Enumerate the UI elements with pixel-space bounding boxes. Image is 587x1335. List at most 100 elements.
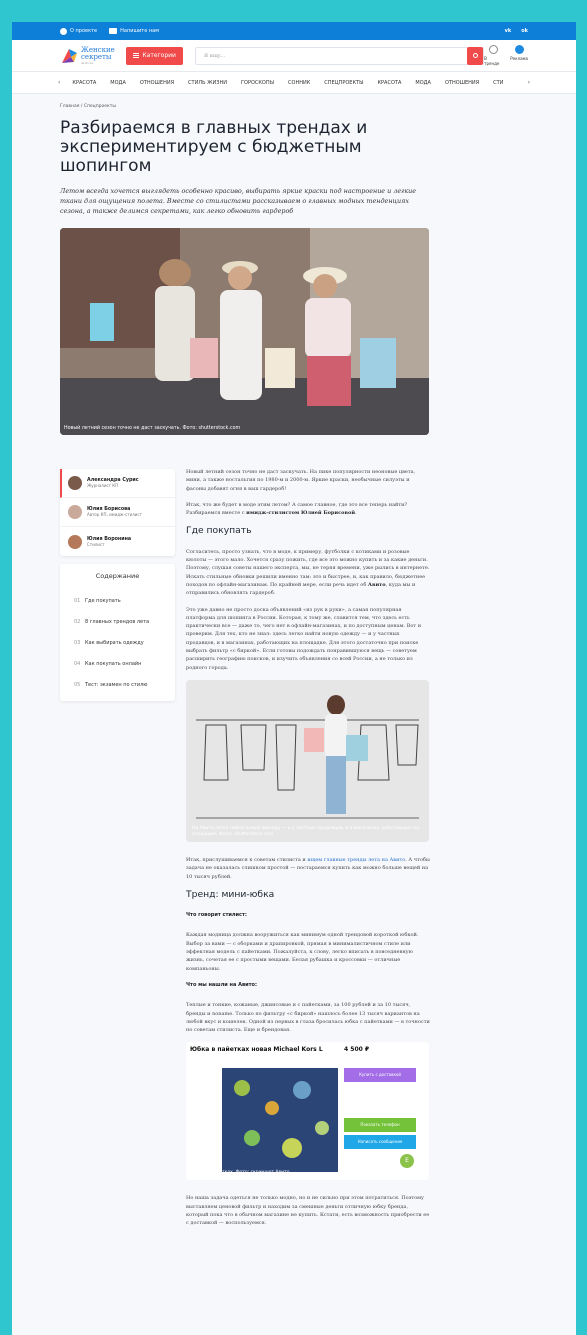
paragraph: Теплые и тонкие, кожаные, джинсовые и с … [186, 1002, 430, 1034]
buy-with-delivery-button[interactable]: Купить с доставкой [344, 1068, 416, 1083]
listing-title: Юбка в пайетках новая Michael Kors L [190, 1046, 323, 1054]
toc-label: Как выбирать одежду [85, 639, 144, 646]
nav-item[interactable]: СТИ [493, 80, 503, 86]
toc-num: 05 [74, 681, 81, 688]
show-phone-button[interactable]: Показать телефон [344, 1118, 416, 1133]
search-input[interactable]: Я ищу... [194, 46, 485, 65]
hero-photo [60, 228, 429, 435]
nav-item[interactable]: СПЕЦПРОЕКТЫ [324, 80, 363, 86]
write-us-link[interactable]: Напишите нам [109, 28, 159, 34]
fire-icon [488, 45, 498, 54]
paragraph: Согласитесь, просто узнать, что в моде, … [186, 548, 430, 598]
categories-button[interactable]: Категории [126, 46, 183, 65]
vk-icon[interactable]: vk [505, 28, 512, 34]
section-heading-where: Где покупать [186, 525, 252, 537]
nav-left-arrow-icon[interactable]: ‹ [58, 79, 60, 86]
toc-label: 8 главных трендов лета [85, 618, 150, 625]
author-item[interactable]: Юлия Борисова Автор КП, имидж-стилист [60, 498, 175, 527]
avito-trends-link[interactable]: ищем главные тренды лета на Авито [307, 857, 405, 863]
toc-num: 03 [74, 639, 81, 646]
toc-title: Содержание [95, 572, 140, 580]
paragraph: Но наша задача одеться не только модно, … [186, 1195, 430, 1227]
article-lead: Летом всегда хочется выглядеть особенно … [60, 187, 417, 215]
author-role: Стилист [87, 541, 105, 547]
paragraph: Новый летний сезон точно не даст заскуча… [186, 469, 416, 492]
nav-item[interactable]: КРАСОТА [377, 80, 401, 86]
skirt-photo [222, 1068, 338, 1173]
search-placeholder: Я ищу... [203, 52, 226, 59]
paragraph-text: Итак, прислушиваемся к советам стилиста … [186, 856, 308, 863]
nav-item[interactable]: ОТНОШЕНИЯ [140, 80, 174, 86]
toc-item[interactable]: 02 8 главных трендов лета [60, 611, 175, 632]
table-of-contents: Содержание 01 Где покупать 02 8 главных тр… [60, 564, 175, 701]
author-role: Журналист КП [87, 483, 119, 488]
hero-image: Новый летний сезон точно не даст заскуча… [60, 228, 429, 435]
seller-avatar: E [400, 1154, 414, 1169]
toc-item[interactable]: 04 Как покупать онлайн [60, 653, 175, 674]
author-name: Юлия Воронина [87, 536, 132, 542]
nav-item[interactable]: ОТНОШЕНИЯ [445, 80, 479, 86]
toc-num: 01 [74, 597, 81, 604]
paragraph: Это уже давно не просто доска объявлений… [186, 606, 422, 671]
article-header: Главная / Спецпроекты Разбираемся в глав… [60, 104, 432, 435]
telegram-icon [514, 45, 524, 54]
toc-num: 02 [74, 618, 81, 625]
logo-line-2: секреты [81, 52, 112, 61]
nav-item[interactable]: ГОРОСКОПЫ [241, 80, 274, 86]
menu-icon [133, 53, 140, 58]
category-nav: ‹ КРАСОТА МОДА ОТНОШЕНИЯ СТИЛЬ ЖИЗНИ ГОРОСКО… [12, 72, 576, 94]
info-icon [60, 27, 67, 35]
send-message-button[interactable]: Написать сообщение [344, 1135, 416, 1150]
nav-item[interactable]: СОННИК [288, 80, 310, 86]
paragraph: Каждая модница должна вооружиться как ми… [186, 932, 419, 972]
logo-mark-icon [60, 47, 78, 65]
skirt-pattern [222, 1068, 338, 1173]
toc-item[interactable]: 01 Где покупать [60, 590, 175, 611]
search-button[interactable] [467, 46, 484, 65]
header-actions: В тренде Реклама [484, 45, 528, 66]
authors-card: Александра Сурис Журналист КП Юлия Борис… [60, 469, 175, 556]
page: О проекте Напишите нам vk ok Женские сек… [12, 22, 576, 1335]
article-body: Новый летний сезон точно не даст заскуча… [186, 468, 430, 1236]
author-role: Автор КП, имидж-стилист [87, 512, 142, 517]
toc-item[interactable]: 05 Тест: экзамен по стилю [60, 674, 175, 695]
subheading-found: Что мы нашли на Авито: [186, 981, 257, 988]
nav-item[interactable]: МОДА [415, 80, 431, 86]
top-bar: О проекте Напишите нам vk ok [12, 22, 576, 40]
listing-caption: Юбка в пайетках. Фото: скриншот Авито [192, 1170, 290, 1176]
sidebar: Александра Сурис Журналист КП Юлия Борис… [60, 469, 175, 701]
nav-right-arrow-icon[interactable]: › [528, 79, 530, 86]
breadcrumb[interactable]: Главная / Спецпроекты [60, 104, 432, 109]
subheading-stylist: Что говорит стилист: [186, 912, 247, 919]
nav-item[interactable]: КРАСОТА [72, 80, 96, 86]
wardrobe-image: На Авито легко найти новую одежду — и у … [186, 679, 429, 842]
ok-icon[interactable]: ok [521, 28, 528, 34]
toc-item[interactable]: 03 Как выбирать одежду [60, 632, 175, 653]
mail-icon [109, 28, 118, 34]
author-item[interactable]: Александра Сурис Журналист КП [60, 469, 175, 498]
ads-label: Реклама [510, 56, 528, 61]
trends-button[interactable]: В тренде [484, 45, 502, 66]
listing-price: 4 500 ₽ [344, 1046, 370, 1054]
toc-num: 04 [74, 660, 81, 667]
toc-label: Где покупать [85, 597, 121, 604]
about-link[interactable]: О проекте [60, 27, 97, 35]
nav-item[interactable]: СТИЛЬ ЖИЗНИ [188, 80, 227, 86]
social-links: vk ok [505, 28, 528, 34]
logo-sub: Avito.ru [81, 60, 93, 65]
hero-caption: Новый летний сезон точно не даст заскуча… [64, 426, 241, 431]
avito-mention: Авито [367, 581, 386, 588]
author-item[interactable]: Юлия Воронина Стилист [60, 527, 175, 556]
paragraph: Итак, что же будет в моде этим летом? А … [186, 501, 430, 518]
listing-screenshot: Юбка в пайетках новая Michael Kors L 4 5… [186, 1042, 429, 1181]
section-heading-trend: Тренд: мини-юбка [186, 888, 275, 900]
nav-item[interactable]: МОДА [110, 80, 126, 86]
wardrobe-caption: На Авито легко найти новую одежду — и у … [192, 825, 420, 837]
site-logo[interactable]: Женские секреты Avito.ru [60, 46, 126, 65]
paragraph-text: . [355, 510, 357, 517]
write-us-label: Напишите нам [120, 28, 159, 34]
search-icon [472, 53, 478, 58]
ads-button[interactable]: Реклама [510, 45, 528, 66]
trends-label: В тренде [484, 56, 500, 66]
stylist-name: имидж-стилистом Юлией Борисовой [246, 510, 356, 517]
